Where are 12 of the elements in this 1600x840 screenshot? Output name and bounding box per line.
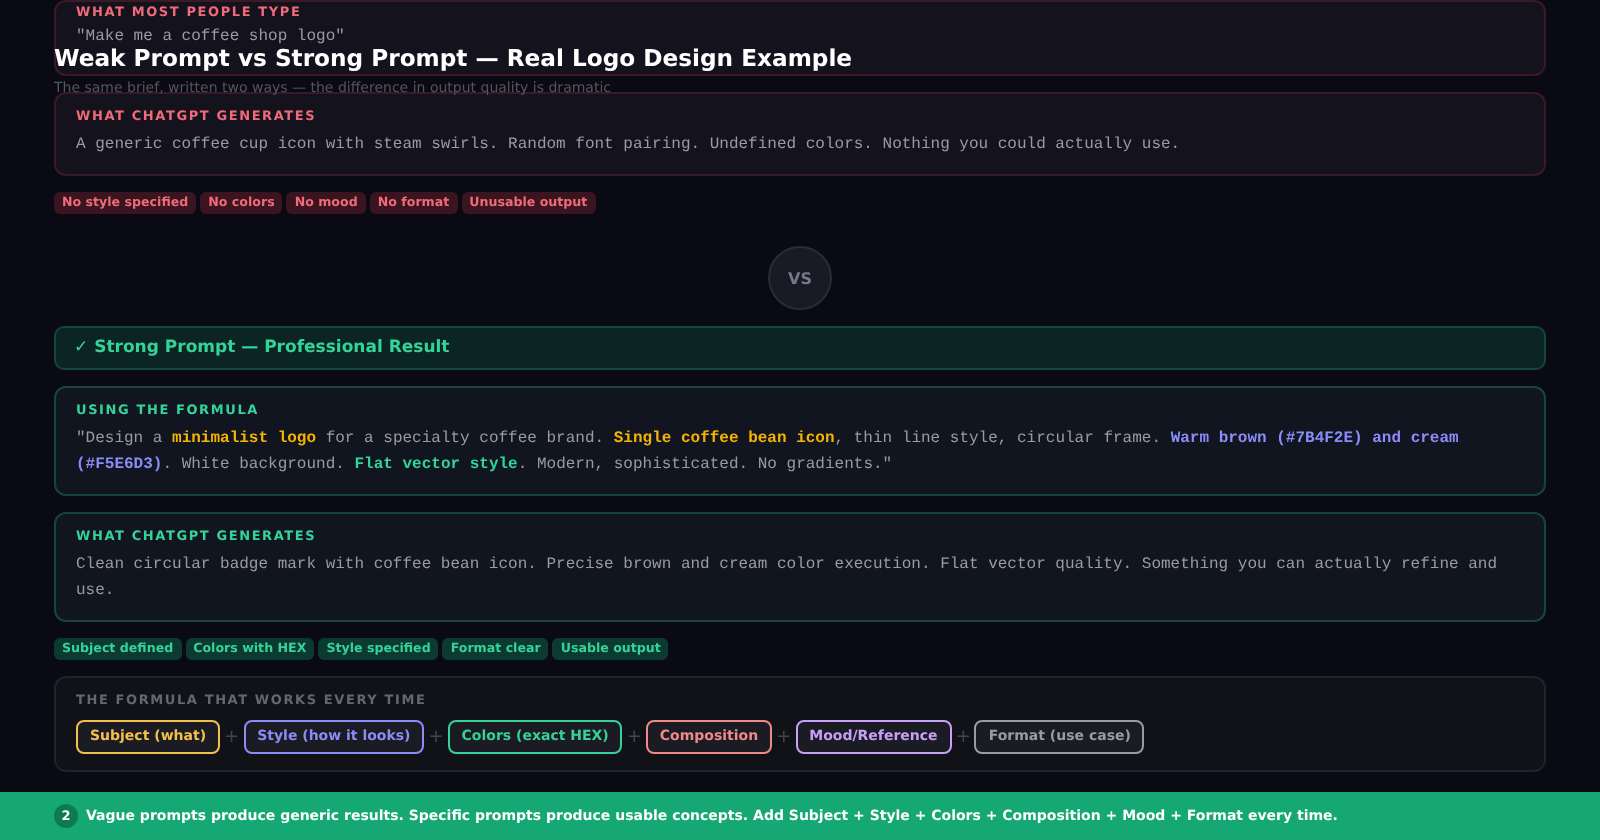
vs-circle: VS bbox=[768, 246, 832, 310]
page-title: Weak Prompt vs Strong Prompt — Real Logo Design Example bbox=[54, 44, 853, 72]
card-text: A generic coffee cup icon with steam swirls. Random font pairing. Undefined colors. Nothing you could actually use. bbox=[76, 134, 1183, 158]
plus-sign: + bbox=[955, 727, 971, 747]
card-text: "Design a minimalist logo for a specialty coffee brand. Single coffee bean icon, thin line style, circular frame. Warm brown (#7B4F2E) and cream (#F5E6D3). White background. Flat vector style. Modern, sophisticated. No gradients." bbox=[76, 428, 1461, 478]
card-text: Clean circular badge mark with coffee bean icon. Precise brown and cream color execution. Flat vector quality. Something you can actually refine and use. bbox=[76, 554, 1500, 604]
plus-sign: + bbox=[776, 727, 792, 747]
plus-sign: + bbox=[428, 727, 444, 747]
card-text: "Make me a coffee shop logo" bbox=[76, 26, 347, 48]
plus-sign: + bbox=[626, 727, 642, 747]
plus-sign: + bbox=[224, 727, 240, 747]
section-header: ✓ Strong Prompt — Professional Result bbox=[54, 326, 1546, 370]
